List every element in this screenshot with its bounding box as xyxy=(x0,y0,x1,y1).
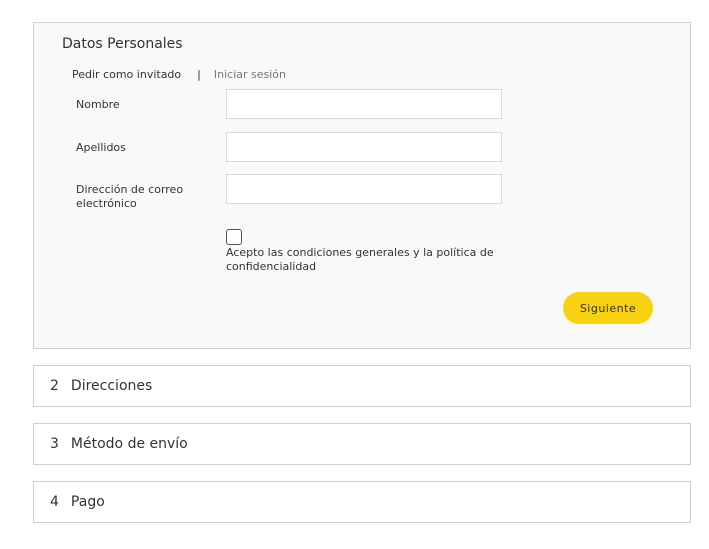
step-number: 3 xyxy=(50,436,59,452)
email-field[interactable] xyxy=(226,174,502,204)
step-payment[interactable]: 4 Pago xyxy=(33,481,691,523)
email-label-line1: Dirección de correo xyxy=(76,183,184,196)
next-button[interactable]: Siguiente xyxy=(563,292,653,324)
last-name-field[interactable] xyxy=(226,132,502,162)
checkout-mode-tabs: Pedir como invitado | Iniciar sesión xyxy=(72,68,286,81)
tab-login[interactable]: Iniciar sesión xyxy=(214,68,286,81)
consent-text: Acepto las condiciones generales y la po… xyxy=(226,246,494,273)
tab-separator: | xyxy=(197,68,201,81)
email-label: Dirección de correo electrónico xyxy=(76,183,183,211)
step-label: Pago xyxy=(70,494,105,510)
tab-guest-checkout[interactable]: Pedir como invitado xyxy=(72,68,181,81)
step-label: Método de envío xyxy=(70,436,188,452)
step-number: 2 xyxy=(50,378,59,394)
step-number: 4 xyxy=(50,494,59,510)
step-label: Direcciones xyxy=(70,378,153,394)
step-title[interactable]: Datos Personales xyxy=(62,36,183,52)
last-name-label: Apellidos xyxy=(76,141,126,154)
step-addresses[interactable]: 2 Direcciones xyxy=(33,365,691,407)
consent-checkbox[interactable] xyxy=(226,229,242,245)
personal-data-step: Datos Personales Pedir como invitado | I… xyxy=(33,22,691,349)
first-name-field[interactable] xyxy=(226,89,502,119)
step-shipping-method[interactable]: 3 Método de envío xyxy=(33,423,691,465)
email-label-line2: electrónico xyxy=(76,197,137,210)
first-name-label: Nombre xyxy=(76,98,120,111)
